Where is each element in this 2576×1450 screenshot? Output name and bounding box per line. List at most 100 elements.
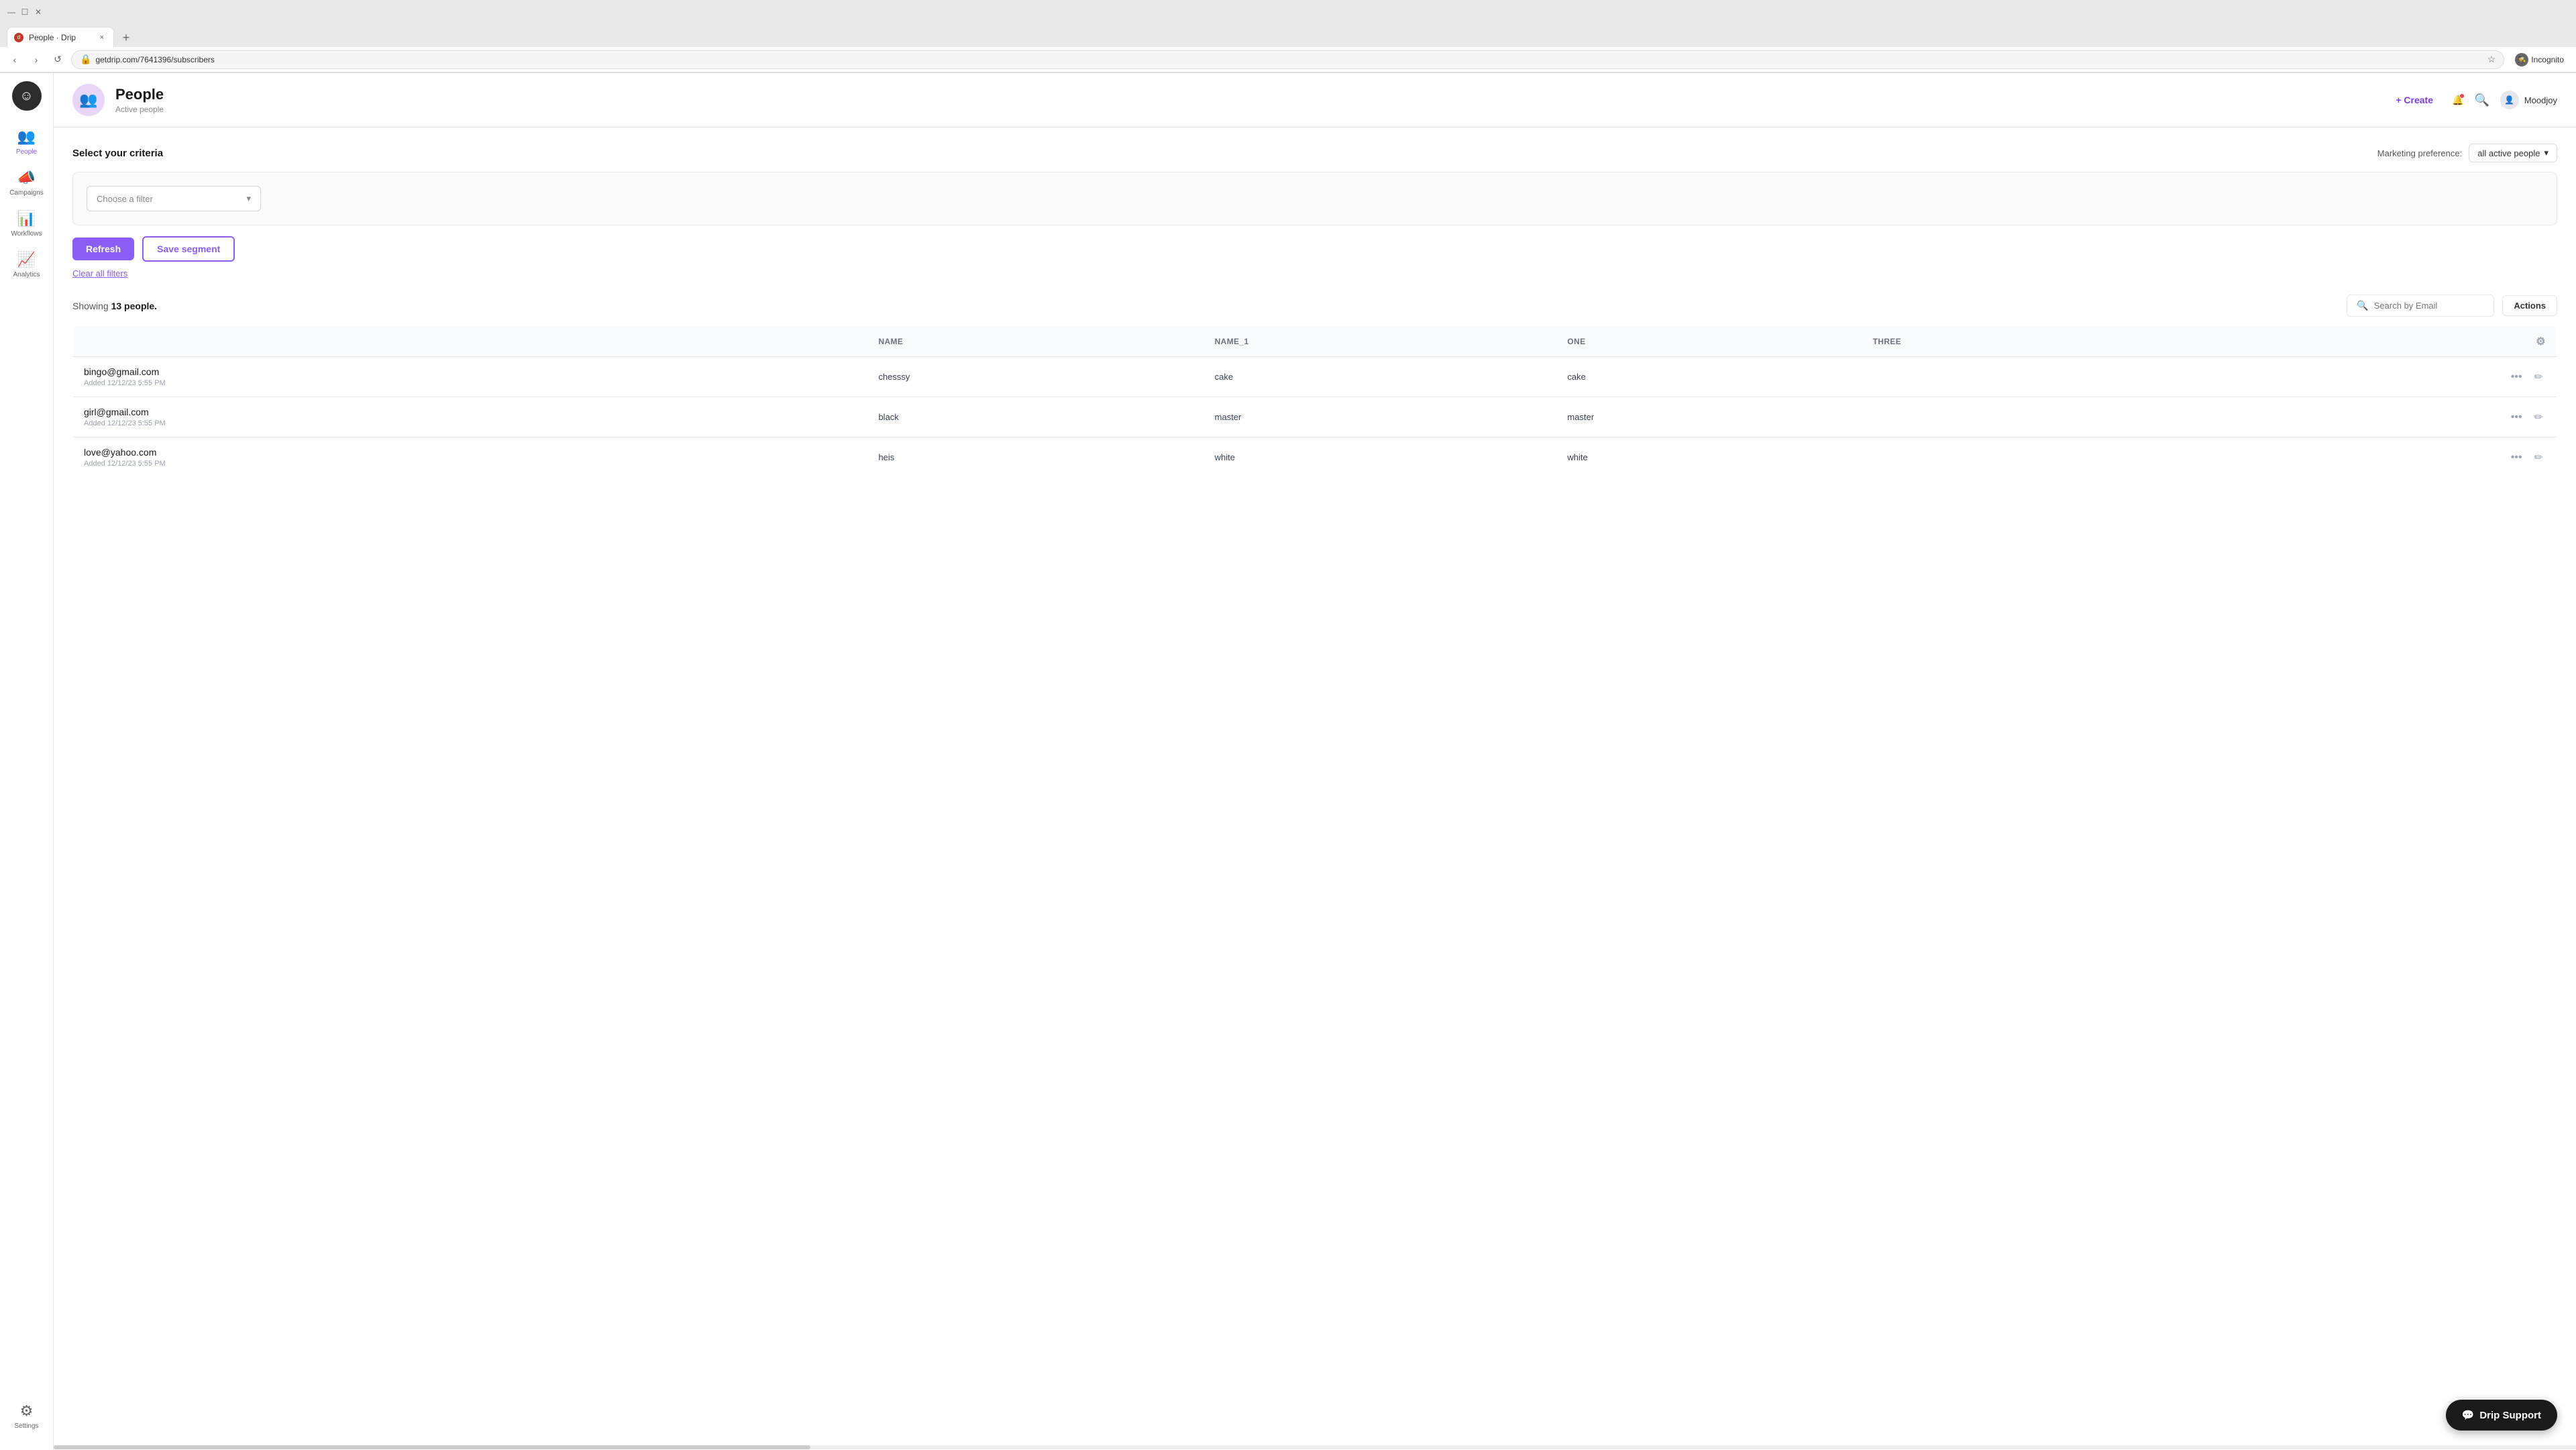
- col-one: one: [1556, 327, 1862, 357]
- marketing-pref-select[interactable]: all active people ▾: [2469, 144, 2557, 162]
- row-actions-2: ••• ✏: [2179, 397, 2557, 437]
- campaigns-icon: 📣: [17, 169, 36, 187]
- save-segment-button[interactable]: Save segment: [142, 236, 235, 262]
- tab-bar: d People · Drip × +: [0, 24, 2576, 47]
- address-icons: ☆: [2487, 54, 2496, 65]
- filter-placeholder: Choose a filter: [97, 194, 153, 204]
- email-1: bingo@gmail.com: [84, 366, 857, 377]
- data-table: Name Name_1 one three ⚙: [72, 326, 2557, 478]
- page-title: People: [115, 86, 2377, 103]
- notification-btn[interactable]: 🔔: [2452, 95, 2463, 106]
- sidebar-label-campaigns: Campaigns: [9, 189, 44, 197]
- email-cell-3: love@yahoo.com Added 12/12/23 5:55 PM: [73, 437, 868, 478]
- search-input[interactable]: [2374, 301, 2485, 311]
- scrollbar-thumb[interactable]: [54, 1445, 810, 1449]
- one-1: cake: [1556, 357, 1862, 397]
- row-edit-btn-2[interactable]: ✏: [2532, 409, 2546, 425]
- address-bar-row: ‹ › ↺ 🔒 getdrip.com/7641396/subscribers …: [0, 47, 2576, 72]
- name-2: black: [867, 397, 1203, 437]
- search-btn[interactable]: 🔍: [2474, 93, 2489, 107]
- back-btn[interactable]: ‹: [7, 52, 23, 68]
- row-actions-1: ••• ✏: [2179, 357, 2557, 397]
- actions-button[interactable]: Actions: [2502, 295, 2557, 316]
- email-3: love@yahoo.com: [84, 447, 857, 458]
- drip-support-button[interactable]: 💬 Drip Support: [2446, 1400, 2557, 1431]
- table-row: girl@gmail.com Added 12/12/23 5:55 PM bl…: [73, 397, 2557, 437]
- col-email: [73, 327, 868, 357]
- content-area: Select your criteria Marketing preferenc…: [54, 127, 2576, 494]
- sidebar-item-people[interactable]: 👥 People: [4, 121, 50, 162]
- sidebar-label-settings: Settings: [14, 1422, 38, 1430]
- three-2: [1862, 397, 2180, 437]
- col-name: Name: [867, 327, 1203, 357]
- name1-2: master: [1204, 397, 1557, 437]
- incognito-icon: 🕵: [2515, 53, 2528, 66]
- address-bar[interactable]: 🔒 getdrip.com/7641396/subscribers ☆: [71, 50, 2504, 69]
- people-count: 13 people.: [111, 301, 157, 311]
- browser-actions: 🕵 Incognito: [2515, 53, 2569, 66]
- name1-1: cake: [1204, 357, 1557, 397]
- row-more-btn-1[interactable]: •••: [2508, 370, 2525, 384]
- filter-dropdown-arrow: ▾: [246, 193, 251, 204]
- search-box[interactable]: 🔍: [2347, 295, 2494, 317]
- sidebar-logo[interactable]: ☺: [12, 81, 42, 111]
- row-more-btn-3[interactable]: •••: [2508, 450, 2525, 465]
- email-2: girl@gmail.com: [84, 407, 857, 417]
- name-1: chesssy: [867, 357, 1203, 397]
- tab-close-btn[interactable]: ×: [100, 34, 104, 42]
- people-icon: 👥: [17, 128, 36, 146]
- drip-support-label: Drip Support: [2479, 1410, 2541, 1421]
- page-header: 👥 People Active people + Create 🔔 🔍 👤 Mo…: [54, 73, 2576, 127]
- address-text: getdrip.com/7641396/subscribers: [95, 55, 214, 64]
- active-tab[interactable]: d People · Drip ×: [7, 27, 114, 47]
- refresh-button[interactable]: Refresh: [72, 238, 134, 260]
- app-container: ☺ 👥 People 📣 Campaigns 📊 Workflows 📈 Ana…: [0, 73, 2576, 1450]
- filter-section: Select your criteria Marketing preferenc…: [72, 144, 2557, 278]
- row-edit-btn-3[interactable]: ✏: [2532, 450, 2546, 466]
- showing-text: Showing 13 people.: [72, 301, 157, 311]
- incognito-btn[interactable]: 🕵 Incognito: [2515, 53, 2564, 66]
- name-3: heis: [867, 437, 1203, 478]
- table-header-row: Showing 13 people. 🔍 Actions: [72, 295, 2557, 317]
- row-more-btn-2[interactable]: •••: [2508, 410, 2525, 425]
- table-head: Name Name_1 one three ⚙: [73, 327, 2557, 357]
- table-body: bingo@gmail.com Added 12/12/23 5:55 PM c…: [73, 357, 2557, 478]
- new-tab-btn[interactable]: +: [117, 28, 136, 47]
- sidebar-item-campaigns[interactable]: 📣 Campaigns: [4, 162, 50, 203]
- header-title-block: People Active people: [115, 86, 2377, 114]
- incognito-label: Incognito: [2531, 55, 2564, 64]
- maximize-btn[interactable]: ☐: [20, 7, 30, 17]
- close-btn[interactable]: ✕: [34, 7, 43, 17]
- create-button[interactable]: + Create: [2387, 91, 2441, 109]
- sidebar-item-settings[interactable]: ⚙ Settings: [4, 1396, 50, 1437]
- scrollbar-track[interactable]: [54, 1445, 2576, 1449]
- sidebar-item-workflows[interactable]: 📊 Workflows: [4, 203, 50, 244]
- refresh-nav-btn[interactable]: ↺: [50, 52, 66, 68]
- marketing-pref-label: Marketing preference:: [2377, 148, 2462, 158]
- sidebar-item-analytics[interactable]: 📈 Analytics: [4, 244, 50, 285]
- name1-3: white: [1204, 437, 1557, 478]
- row-edit-btn-1[interactable]: ✏: [2532, 369, 2546, 385]
- sidebar-label-workflows: Workflows: [11, 230, 42, 238]
- user-menu[interactable]: 👤 Moodjoy: [2500, 91, 2557, 109]
- forward-btn[interactable]: ›: [28, 52, 44, 68]
- one-2: master: [1556, 397, 1862, 437]
- search-icon: 🔍: [2357, 300, 2368, 311]
- one-3: white: [1556, 437, 1862, 478]
- email-cell-1: bingo@gmail.com Added 12/12/23 5:55 PM: [73, 357, 868, 397]
- row-actions-container-2: ••• ✏: [2190, 409, 2546, 425]
- marketing-pref-value: all active people: [2477, 148, 2540, 158]
- row-actions-3: ••• ✏: [2179, 437, 2557, 478]
- filter-dropdown[interactable]: Choose a filter ▾: [87, 186, 261, 211]
- minimize-btn[interactable]: —: [7, 7, 16, 17]
- added-date-2: Added 12/12/23 5:55 PM: [84, 419, 857, 427]
- col-settings[interactable]: ⚙: [2179, 327, 2557, 357]
- table-settings-gear[interactable]: ⚙: [2536, 336, 2546, 348]
- window-controls: — ☐ ✕: [7, 7, 43, 17]
- star-icon[interactable]: ☆: [2487, 54, 2496, 65]
- workflows-icon: 📊: [17, 210, 36, 227]
- header-actions: 🔔 🔍 👤 Moodjoy: [2452, 91, 2557, 109]
- notification-dot: [2459, 93, 2465, 99]
- table-row: bingo@gmail.com Added 12/12/23 5:55 PM c…: [73, 357, 2557, 397]
- clear-filters-link[interactable]: Clear all filters: [72, 268, 127, 278]
